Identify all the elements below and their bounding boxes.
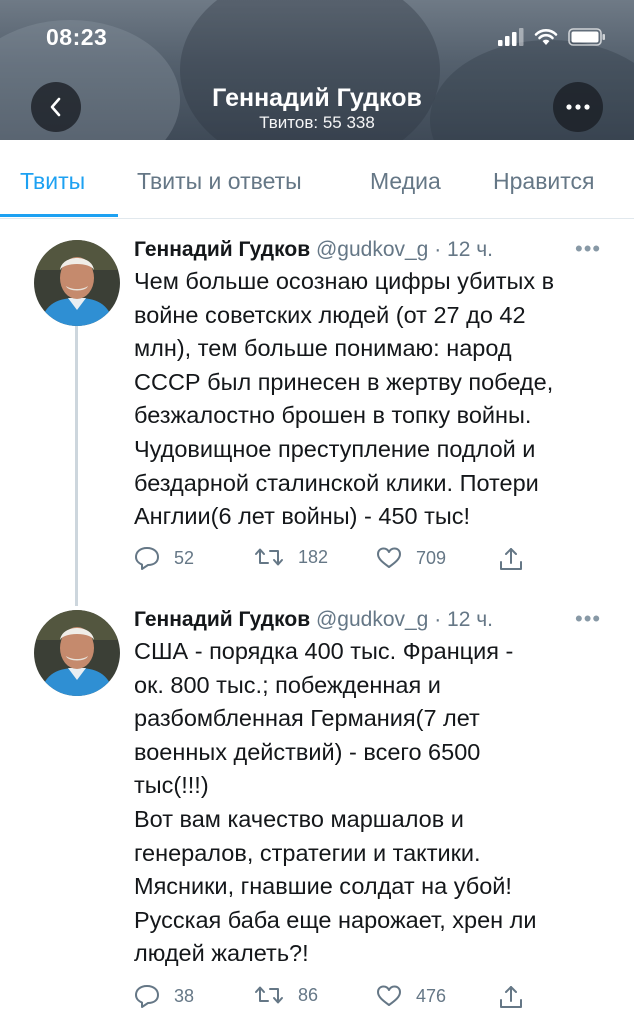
- tab-media[interactable]: Медиа: [370, 168, 441, 195]
- status-icons: [498, 28, 606, 46]
- retweet-icon: [255, 986, 283, 1004]
- tweet-text-line: людей жалеть?!: [134, 940, 309, 967]
- like-count: 709: [416, 547, 447, 568]
- retweet-icon: [255, 548, 283, 566]
- like-button[interactable]: 476: [376, 984, 446, 1008]
- share-button[interactable]: [498, 546, 524, 572]
- status-bar: 08:23: [0, 22, 634, 58]
- like-icon: [377, 985, 401, 1006]
- tab-tweets[interactable]: Твиты: [20, 168, 85, 195]
- like-count: 476: [416, 985, 447, 1006]
- thread-connector-line: [75, 326, 78, 606]
- tweet-actions: 52 182 709: [134, 546, 554, 576]
- more-icon: [566, 104, 590, 110]
- like-icon: [377, 547, 401, 568]
- like-button[interactable]: 709: [376, 546, 446, 570]
- reply-count: 38: [174, 985, 195, 1006]
- share-button[interactable]: [498, 984, 524, 1010]
- reply-icon: [135, 985, 159, 1008]
- tweet-text-line: Мясники, гнавшие солдат на убой!: [134, 873, 512, 900]
- tweet-menu-icon[interactable]: •••: [575, 236, 601, 262]
- tweet-handle-time: @gudkov_g · 12 ч.: [315, 238, 493, 261]
- reply-icon: [135, 547, 159, 570]
- profile-header: 08:23 Геннадий Гудков Твитов: 55 338: [0, 0, 634, 140]
- tweet-text-line: военных действий) - всего 6500: [134, 738, 481, 765]
- tweet-author-name[interactable]: Геннадий Гудков: [134, 238, 310, 261]
- tweet-text-line: млн), тем больше понимаю: народ: [134, 335, 512, 362]
- status-time: 08:23: [46, 24, 108, 50]
- tweet-count: Твитов: 55 338: [259, 113, 375, 132]
- tweet-author-name[interactable]: Геннадий Гудков: [134, 608, 310, 631]
- tweet-text-line: Русская баба еще нарожает, хрен ли: [134, 906, 537, 933]
- retweet-count: 86: [298, 984, 319, 1005]
- retweet-button[interactable]: 86: [254, 984, 318, 1006]
- active-tab-indicator: [0, 214, 118, 217]
- tweet-actions: 38 86 476: [134, 984, 554, 1014]
- tweet-text-line: ок. 800 тыс.; побежденная и: [134, 671, 441, 698]
- tweet-text-line: Чудовищное преступление подлой и: [134, 435, 536, 462]
- tweet-text-line: тыс(!!!): [134, 772, 209, 799]
- tweet-text-line: США - порядка 400 тыс. Франция -: [134, 638, 514, 664]
- tweet-header: Геннадий Гудков @gudkov_g · 12 ч.: [134, 238, 493, 262]
- avatar[interactable]: [34, 240, 120, 326]
- tab-tweets-and-replies[interactable]: Твиты и ответы: [137, 168, 302, 195]
- signal-icon: [498, 28, 524, 46]
- profile-tabs: Твиты Твиты и ответы Медиа Нравится: [0, 140, 634, 219]
- share-icon: [500, 986, 522, 1008]
- share-icon: [500, 548, 522, 570]
- reply-button[interactable]: 52: [134, 546, 194, 570]
- reply-count: 52: [174, 547, 195, 568]
- more-button[interactable]: [553, 82, 603, 132]
- reply-button[interactable]: 38: [134, 984, 194, 1008]
- retweet-button[interactable]: 182: [254, 546, 328, 568]
- tweet-text-line: Чем больше осознаю цифры убитых в: [134, 268, 555, 294]
- avatar[interactable]: [34, 610, 120, 696]
- tweet-text-line: разбомбленная Германия(7 лет: [134, 705, 480, 732]
- tweet-handle-time: @gudkov_g · 12 ч.: [315, 608, 493, 631]
- tweet-text-line: СССР был принесен в жертву победе,: [134, 368, 554, 395]
- tweet-text-line: Англии(6 лет войны) - 450 тыс!: [134, 503, 471, 530]
- wifi-icon: [534, 29, 558, 45]
- tweet-text-line: безжалостно брошен в топку войны.: [134, 402, 532, 429]
- tweet-text: Чем больше осознаю цифры убитых в войне …: [134, 265, 620, 534]
- tweet-menu-icon[interactable]: •••: [575, 606, 601, 632]
- tab-likes[interactable]: Нравится: [493, 168, 595, 195]
- tweet-text-line: генералов, стратегии и тактики.: [134, 839, 481, 866]
- tweet-header: Геннадий Гудков @gudkov_g · 12 ч.: [134, 608, 493, 632]
- retweet-count: 182: [298, 546, 329, 567]
- tweet-text-line: бездарной сталинской клики. Потери: [134, 469, 539, 496]
- battery-icon: [568, 28, 605, 46]
- tweet-text-line: Вот вам качество маршалов и: [134, 805, 464, 832]
- tweet-text-line: войне советских людей (от 27 до 42: [134, 301, 526, 328]
- profile-name-title: Геннадий Гудков: [212, 84, 422, 112]
- tweet-text: США - порядка 400 тыс. Франция - ок. 800…: [134, 635, 620, 971]
